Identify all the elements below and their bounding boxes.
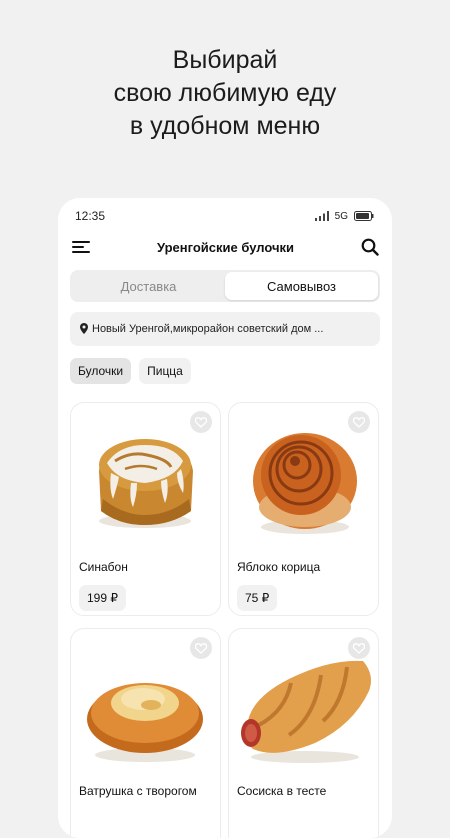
- product-name: Яблоко корица: [237, 560, 321, 574]
- product-image-cinnabon: [71, 403, 220, 551]
- location-pin-icon: [80, 323, 88, 334]
- phone-screen: 12:35 5G Уренгойские булочки Доставка Са…: [58, 198, 392, 838]
- headline-line-2: свою любимую еду: [113, 79, 337, 107]
- category-chip-pizza[interactable]: Пицца: [139, 358, 191, 384]
- search-icon[interactable]: [360, 237, 380, 257]
- favorite-heart-icon[interactable]: [348, 637, 370, 659]
- tab-pickup[interactable]: Самовывоз: [225, 272, 378, 300]
- favorite-heart-icon[interactable]: [190, 411, 212, 433]
- hamburger-menu-icon[interactable]: [71, 237, 91, 257]
- headline-line-1: Выбирай: [172, 46, 278, 74]
- product-card-apple-cinnamon[interactable]: Яблоко корица 75 ₽: [228, 402, 379, 616]
- address-text: Новый Уренгой,микрорайон советский дом .…: [92, 323, 324, 335]
- headline-line-3: в удобном меню: [129, 112, 321, 140]
- battery-icon: [354, 211, 374, 221]
- category-chip-buns[interactable]: Булочки: [70, 358, 132, 384]
- app-bar: Уренгойские булочки: [58, 234, 392, 260]
- product-name: Синабон: [79, 560, 128, 574]
- product-image-vatrushka: [71, 629, 220, 777]
- product-card-sausage-roll[interactable]: Сосиска в тесте: [228, 628, 379, 838]
- promo-headline: Выбирай свою любимую еду в удобном меню: [0, 44, 450, 143]
- delivery-mode-toggle: Доставка Самовывоз: [70, 270, 380, 302]
- product-price[interactable]: 199 ₽: [79, 585, 126, 611]
- product-card-cinnabon[interactable]: Синабон 199 ₽: [70, 402, 221, 616]
- favorite-heart-icon[interactable]: [190, 637, 212, 659]
- product-card-vatrushka[interactable]: Ватрушка с творогом: [70, 628, 221, 838]
- status-bar: 12:35 5G: [58, 198, 392, 234]
- product-image-apple-cinnamon: [229, 403, 378, 551]
- signal-icon: [314, 211, 329, 221]
- product-image-sausage-roll: [229, 629, 378, 777]
- product-name: Сосиска в тесте: [237, 784, 327, 798]
- product-price[interactable]: 75 ₽: [237, 585, 278, 611]
- network-type: 5G: [334, 210, 348, 222]
- category-chips: Булочки Пицца: [70, 358, 191, 384]
- favorite-heart-icon[interactable]: [348, 411, 370, 433]
- address-selector[interactable]: Новый Уренгой,микрорайон советский дом .…: [70, 312, 380, 346]
- product-name: Ватрушка с творогом: [79, 784, 197, 798]
- status-time: 12:35: [75, 209, 106, 223]
- page-title: Уренгойские булочки: [156, 239, 295, 255]
- tab-delivery[interactable]: Доставка: [72, 272, 225, 300]
